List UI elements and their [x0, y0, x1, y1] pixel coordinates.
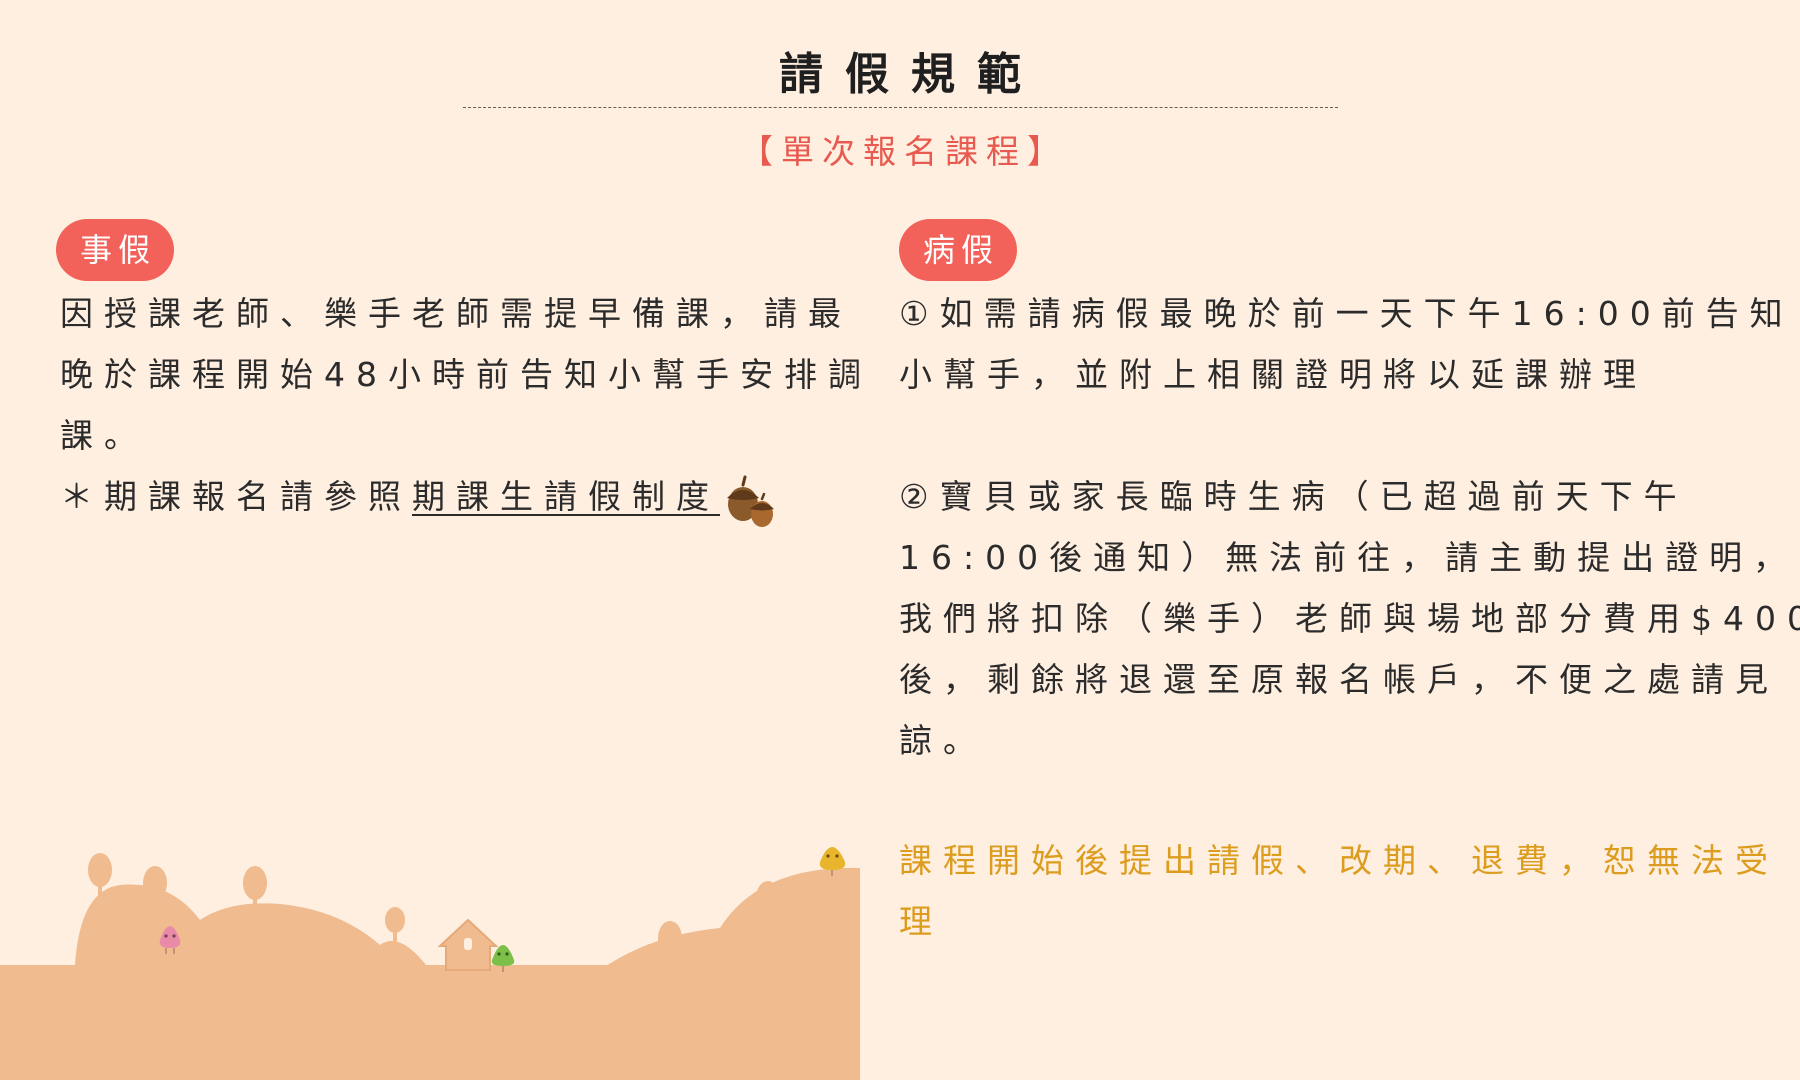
paragraph-line: 課。 — [60, 416, 148, 455]
item-line: 我們將扣除（樂手）老師與場地部分費用$400 — [899, 599, 1800, 638]
personal-leave-badge: 事假 — [56, 219, 174, 281]
item-line: ②寶貝或家長臨時生病（已超過前天下午 — [899, 477, 1688, 516]
sick-leave-badge: 病假 — [899, 219, 1017, 281]
page: 請假規範 【單次報名課程】 事假 因授課老師、樂手老師需提早備課，請最 晚於課程… — [0, 0, 1800, 1080]
personal-leave-paragraph: 因授課老師、樂手老師需提早備課，請最 晚於課程開始48小時前告知小幫手安排調 課… — [60, 283, 872, 466]
refund-notice: 課程開始後提出請假、改期、退費，恕無法受理 — [899, 841, 1779, 941]
page-subtitle: 【單次報名課程】 — [740, 132, 1068, 171]
page-title: 請假規範 — [779, 49, 1043, 100]
sick-leave-item-2: ②寶貝或家長臨時生病（已超過前天下午 16:00後通知）無法前往，請主動提出證明… — [899, 466, 1800, 771]
paragraph-line: 因授課老師、樂手老師需提早備課，請最 — [60, 294, 852, 333]
sick-leave-item-1: ①如需請病假最晚於前一天下午16:00前告知 小幫手，並附上相關證明將以延課辦理 — [899, 283, 1794, 405]
title-divider — [463, 107, 1338, 108]
term-leave-policy-link[interactable]: 期課生請假制度 — [412, 477, 720, 516]
item-line: 後，剩餘將退還至原報名帳戶，不便之處請見 — [899, 660, 1779, 699]
item-line: 小幫手，並附上相關證明將以延課辦理 — [899, 355, 1647, 394]
acorn-icon — [727, 475, 774, 527]
item-line: 16:00後通知）無法前往，請主動提出證明， — [899, 538, 1798, 577]
item-line: 諒。 — [899, 721, 987, 760]
item-line: ①如需請病假最晚於前一天下午16:00前告知 — [899, 294, 1794, 333]
note-prefix: ＊期課報名請參照 — [60, 477, 412, 516]
paragraph-line: 晚於課程開始48小時前告知小幫手安排調 — [60, 355, 872, 394]
hills-trees-illustration — [0, 847, 860, 1080]
